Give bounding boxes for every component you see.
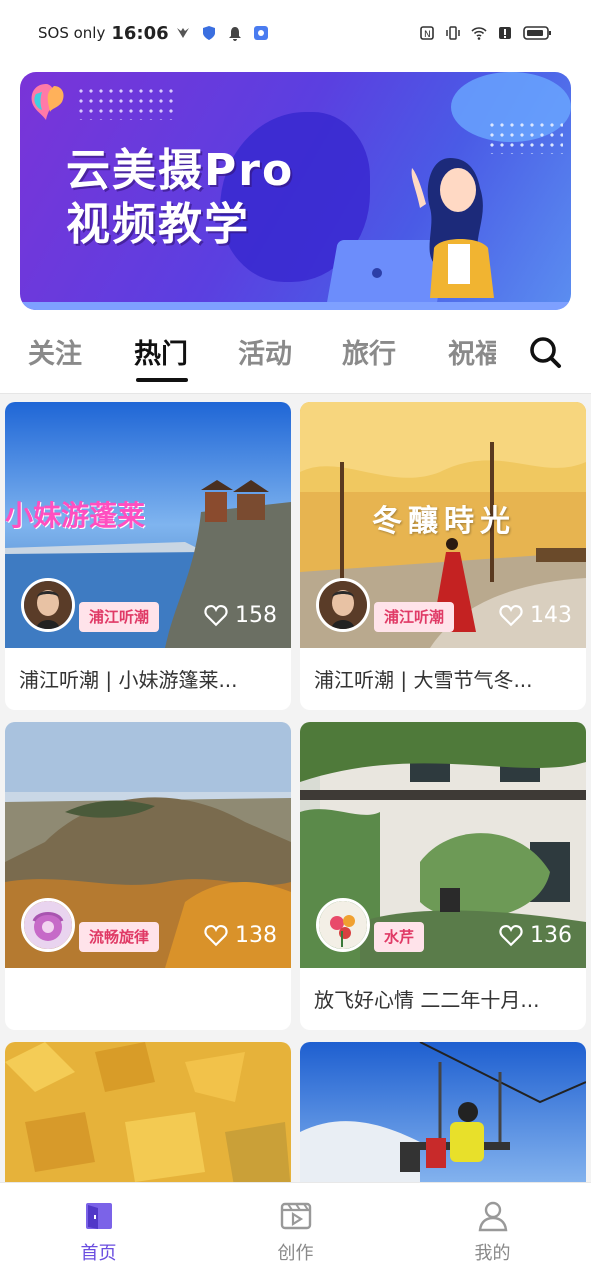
tab-events[interactable]: 活动 (238, 332, 292, 371)
banner-base (20, 302, 571, 310)
banner-title-line2: 视频教学 (66, 199, 250, 250)
like-number: 136 (530, 922, 572, 948)
nav-profile-label: 我的 (474, 1243, 511, 1264)
nav-create-label: 创作 (277, 1243, 314, 1264)
nfc-icon: N (420, 26, 434, 40)
video-thumbnail[interactable] (300, 1042, 586, 1192)
video-overlay-text: 小妹游蓬莱 (5, 499, 146, 532)
like-count[interactable]: 136 (498, 922, 572, 948)
avatar[interactable] (21, 898, 75, 952)
laptop-logo (372, 268, 382, 278)
battery-icon (523, 26, 551, 40)
nav-create[interactable]: 创作 (197, 1183, 394, 1280)
banner-dots (76, 86, 176, 120)
video-thumbnail[interactable] (5, 1042, 291, 1192)
video-title[interactable]: 放飞好心情 二二年十月... (300, 968, 586, 1030)
nav-profile[interactable]: 我的 (394, 1183, 591, 1280)
tab-hot[interactable]: 热门 (134, 332, 188, 371)
author-tag[interactable]: 浦江听潮 (374, 602, 455, 632)
like-count[interactable]: 158 (203, 602, 277, 628)
like-number: 138 (235, 922, 277, 948)
like-count[interactable]: 138 (203, 922, 277, 948)
alert-icon (499, 27, 511, 39)
search-icon[interactable] (527, 334, 563, 370)
nav-home[interactable]: 首页 (0, 1183, 197, 1280)
banner-title: 云美摄Pro 视频教学 (66, 144, 294, 252)
svg-text:N: N (424, 30, 431, 40)
status-right: N (419, 25, 553, 41)
author-tag[interactable]: 流畅旋律 (79, 922, 160, 952)
author-tag[interactable]: 水芹 (374, 922, 425, 952)
video-thumbnail[interactable]: 冬釀時光 浦江听潮 143 (300, 402, 586, 648)
banner-container: 云美摄Pro 视频教学 (0, 66, 591, 318)
like-number: 143 (530, 602, 572, 628)
thumbnail-image (5, 1042, 291, 1192)
carrier-text: SOS only (38, 24, 106, 42)
nav-home-label: 首页 (80, 1243, 117, 1264)
like-count[interactable]: 143 (498, 602, 572, 628)
promo-banner[interactable]: 云美摄Pro 视频教学 (20, 72, 571, 310)
avatar[interactable] (316, 578, 370, 632)
video-card[interactable] (300, 1042, 586, 1192)
thumbnail-image (300, 1042, 586, 1192)
video-card[interactable] (5, 1042, 291, 1192)
vibrate-icon (446, 26, 460, 40)
clock: 16:06 (111, 22, 169, 44)
wifi-icon (471, 27, 487, 40)
like-number: 158 (235, 602, 277, 628)
app-notification-icon (176, 28, 189, 38)
category-tabs: 关注 热门 活动 旅行 祝福 (0, 318, 591, 394)
app-badge-icon (253, 26, 268, 40)
video-card[interactable]: 水芹 136 放飞好心情 二二年十月... (300, 722, 586, 1030)
bottom-navigation: 首页 创作 我的 (0, 1182, 591, 1280)
tab-blessing[interactable]: 祝福 (448, 332, 496, 371)
video-title[interactable]: 浦江听潮 | 小妹游篷莱... (5, 648, 291, 710)
brand-logo-icon (31, 84, 64, 120)
video-thumbnail[interactable]: 流畅旋律 138 (5, 722, 291, 968)
tab-follow[interactable]: 关注 (28, 332, 82, 371)
home-icon (85, 1203, 112, 1229)
video-thumbnail[interactable]: 小妹游蓬莱 浦江听潮 158 (5, 402, 291, 648)
video-card[interactable]: 流畅旋律 138 (5, 722, 291, 1030)
heart-icon (499, 924, 523, 947)
create-icon (280, 1202, 311, 1230)
video-card[interactable]: 冬釀時光 浦江听潮 143 浦江听潮 | 大雪节气冬... (300, 402, 586, 710)
tab-travel[interactable]: 旅行 (342, 332, 396, 371)
shield-icon (202, 26, 215, 40)
video-thumbnail[interactable]: 水芹 136 (300, 722, 586, 968)
heart-icon (204, 924, 228, 947)
video-title[interactable]: 浦江听潮 | 大雪节气冬... (300, 648, 586, 710)
bell-icon (228, 27, 241, 41)
author-tag[interactable]: 浦江听潮 (79, 602, 160, 632)
avatar[interactable] (316, 898, 370, 952)
banner-title-line1: 云美摄Pro (66, 145, 295, 196)
status-left: SOS only 16:06 (38, 23, 269, 44)
video-card[interactable]: 小妹游蓬莱 浦江听潮 158 浦江听潮 | 小妹游篷莱... (5, 402, 291, 710)
heart-icon (499, 604, 523, 627)
active-tab-indicator (136, 378, 188, 382)
teacher-illustration (411, 158, 494, 298)
profile-icon (478, 1201, 507, 1232)
video-title[interactable] (5, 968, 291, 1030)
heart-icon (204, 604, 228, 627)
avatar[interactable] (21, 578, 75, 632)
video-overlay-text: 冬釀時光 (372, 504, 516, 539)
status-bar: SOS only 16:06 N (0, 0, 591, 66)
